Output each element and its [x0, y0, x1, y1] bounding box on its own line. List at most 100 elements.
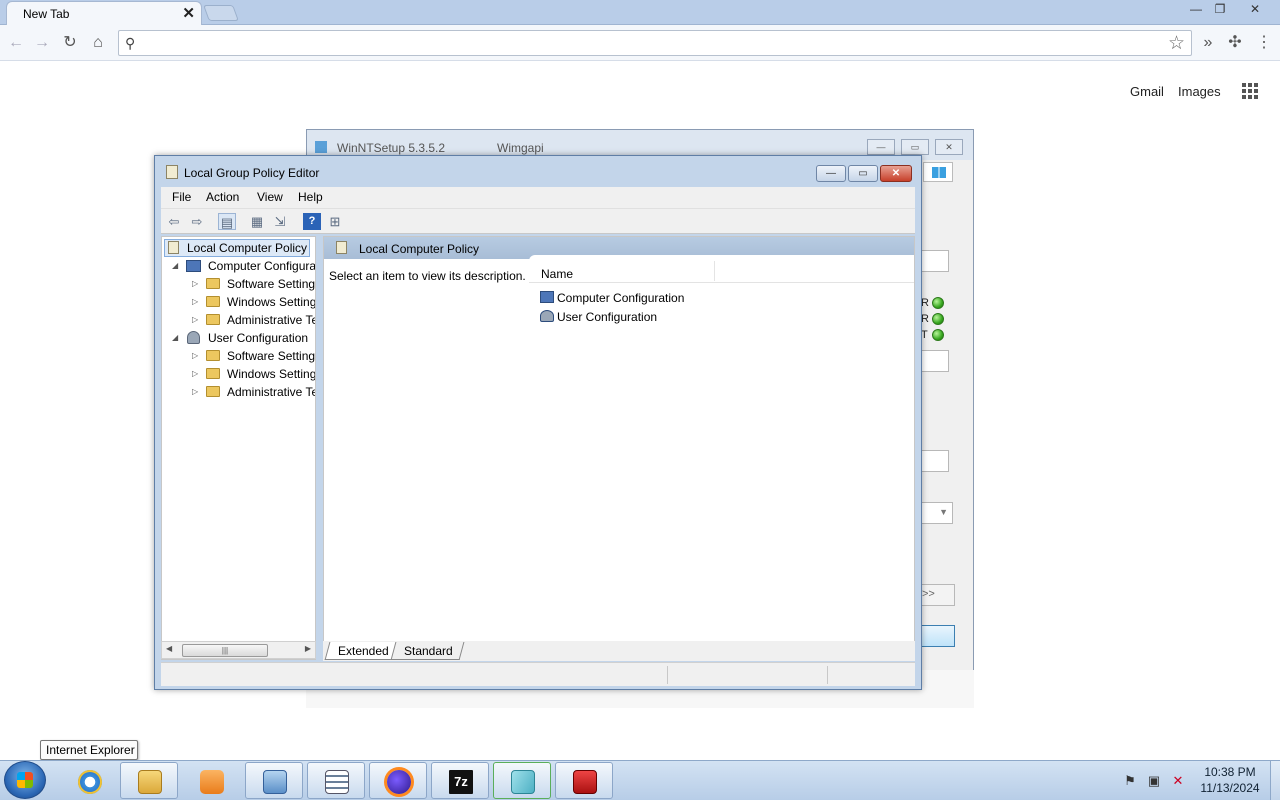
user-icon: [187, 331, 200, 344]
winntsetup-setup-button[interactable]: [919, 625, 955, 647]
browser-restore-button[interactable]: ❐: [1208, 2, 1232, 17]
list-item-computer-configuration[interactable]: Computer Configuration: [540, 291, 684, 305]
taskbar-firefox[interactable]: [369, 762, 427, 799]
scroll-thumb[interactable]: |||: [182, 644, 268, 657]
tree-horizontal-scrollbar[interactable]: ◀ ||| ▶: [161, 641, 316, 659]
computer-icon: [540, 291, 554, 303]
minimize-button[interactable]: —: [816, 165, 846, 182]
tab-new-tab[interactable]: New Tab ✕: [6, 1, 202, 25]
bookmark-star-icon[interactable]: ☆: [1168, 32, 1185, 55]
forward-arrow-icon[interactable]: →: [32, 33, 52, 53]
column-header-name[interactable]: Name: [541, 267, 573, 281]
start-button[interactable]: [4, 761, 46, 799]
show-hide-tree-icon[interactable]: ▤: [218, 213, 236, 230]
tab-close-icon[interactable]: ✕: [182, 4, 195, 22]
winntsetup-maximize-button[interactable]: ▭: [901, 139, 929, 155]
tab-standard[interactable]: Standard: [390, 642, 465, 660]
expand-triangle-icon[interactable]: ▷: [192, 387, 198, 396]
winntsetup-dropdown[interactable]: ▼: [919, 502, 953, 524]
menu-action[interactable]: Action: [206, 190, 239, 204]
system-tray: ⚑ ▣ ✕: [1112, 765, 1192, 795]
winntsetup-path-field-3[interactable]: [919, 450, 949, 472]
expand-triangle-icon[interactable]: ▷: [192, 297, 198, 306]
volume-muted-icon[interactable]: ✕: [1170, 773, 1186, 789]
scroll-right-icon[interactable]: ▶: [305, 644, 311, 653]
taskbar-file-explorer[interactable]: [120, 762, 178, 799]
folder-icon: [206, 386, 220, 397]
taskbar-toolbox[interactable]: [555, 762, 613, 799]
window-title: Local Group Policy Editor: [184, 166, 320, 180]
menu-view[interactable]: View: [257, 190, 283, 204]
tree-label: Windows Setting: [227, 367, 316, 381]
list-header: Name: [529, 255, 914, 283]
details-pane: Local Computer Policy Name Select an ite…: [323, 236, 915, 660]
scroll-left-icon[interactable]: ◀: [166, 644, 172, 653]
collapse-triangle-icon[interactable]: ◢: [172, 261, 178, 270]
network-icon[interactable]: ▣: [1146, 773, 1162, 789]
control-panel-icon: [263, 770, 287, 794]
taskbar-control-panel[interactable]: [245, 762, 303, 799]
show-desktop-button[interactable]: [1270, 761, 1280, 800]
export-list-icon[interactable]: ⇲: [271, 213, 289, 230]
expand-triangle-icon[interactable]: ▷: [192, 315, 198, 324]
new-tab-button[interactable]: [203, 5, 239, 21]
folder-icon: [206, 350, 220, 361]
winntsetup-icon: [511, 770, 535, 794]
extensions-puzzle-icon[interactable]: ✣: [1225, 33, 1245, 53]
taskbar-notepad[interactable]: [307, 762, 365, 799]
images-link[interactable]: Images: [1178, 84, 1221, 99]
taskbar-media-player[interactable]: [182, 762, 240, 799]
taskbar-7zip[interactable]: 7z: [431, 762, 489, 799]
folder-icon: [206, 368, 220, 379]
windows-logo-icon: [923, 162, 953, 182]
winntsetup-close-button[interactable]: ✕: [935, 139, 963, 155]
forward-arrow-icon[interactable]: ⇨: [188, 213, 206, 230]
properties-icon[interactable]: ▦: [248, 213, 266, 230]
back-arrow-icon[interactable]: ⇦: [165, 213, 183, 230]
filter-icon[interactable]: ⊞: [326, 213, 344, 230]
expand-triangle-icon[interactable]: ▷: [192, 351, 198, 360]
address-bar[interactable]: ⚲ ☆: [118, 30, 1192, 56]
policy-document-icon: [166, 165, 178, 179]
winntsetup-minimize-button[interactable]: —: [867, 139, 895, 155]
list-item-user-configuration[interactable]: User Configuration: [540, 310, 657, 324]
home-icon[interactable]: ⌂: [88, 33, 108, 53]
column-separator[interactable]: [714, 261, 715, 281]
list-item-label: User Configuration: [557, 310, 658, 324]
taskbar-internet-explorer[interactable]: [60, 762, 118, 799]
tab-extended[interactable]: Extended: [324, 642, 401, 660]
group-policy-editor-window[interactable]: Local Group Policy Editor — ▭ ✕ File Act…: [154, 155, 922, 690]
browser-close-button[interactable]: ✕: [1243, 2, 1267, 17]
menu-file[interactable]: File: [172, 190, 191, 204]
expand-triangle-icon[interactable]: ▷: [192, 369, 198, 378]
action-center-flag-icon[interactable]: ⚑: [1122, 773, 1138, 789]
more-chevron-icon[interactable]: »: [1198, 33, 1218, 53]
tree-label: User Configuration: [208, 331, 309, 345]
close-button[interactable]: ✕: [880, 165, 912, 182]
winntsetup-next-button[interactable]: >>: [919, 584, 955, 606]
policy-document-icon: [336, 241, 347, 254]
apps-grid-icon[interactable]: [1242, 83, 1258, 99]
clock[interactable]: 10:38 PM 11/13/2024: [1194, 764, 1266, 798]
tree-label: Software Settings: [227, 349, 316, 363]
menu-kebab-icon[interactable]: ⋮: [1254, 33, 1274, 53]
maximize-button[interactable]: ▭: [848, 165, 878, 182]
taskbar-winntsetup[interactable]: [493, 762, 551, 799]
winntsetup-path-field-1[interactable]: [919, 250, 949, 272]
menu-bar: File Action View Help: [161, 187, 915, 208]
back-arrow-icon[interactable]: ←: [6, 33, 26, 53]
winntsetup-path-field-2[interactable]: [919, 350, 949, 372]
collapse-triangle-icon[interactable]: ◢: [172, 333, 178, 342]
wimgapi-label: Wimgapi: [497, 141, 544, 155]
search-icon: ⚲: [125, 35, 136, 51]
gmail-link[interactable]: Gmail: [1130, 84, 1164, 99]
tree-label: Software Settings: [227, 277, 316, 291]
browser-minimize-button[interactable]: —: [1184, 2, 1208, 17]
expand-triangle-icon[interactable]: ▷: [192, 279, 198, 288]
reload-icon[interactable]: ↻: [60, 33, 80, 53]
policy-document-icon: [168, 241, 179, 254]
toolbar: ⇦ ⇨ ▤ ▦ ⇲ ? ⊞: [161, 208, 915, 234]
tree-pane: Local Computer Policy ◢ Computer Configu…: [161, 236, 316, 660]
help-icon[interactable]: ?: [303, 213, 321, 230]
menu-help[interactable]: Help: [298, 190, 323, 204]
